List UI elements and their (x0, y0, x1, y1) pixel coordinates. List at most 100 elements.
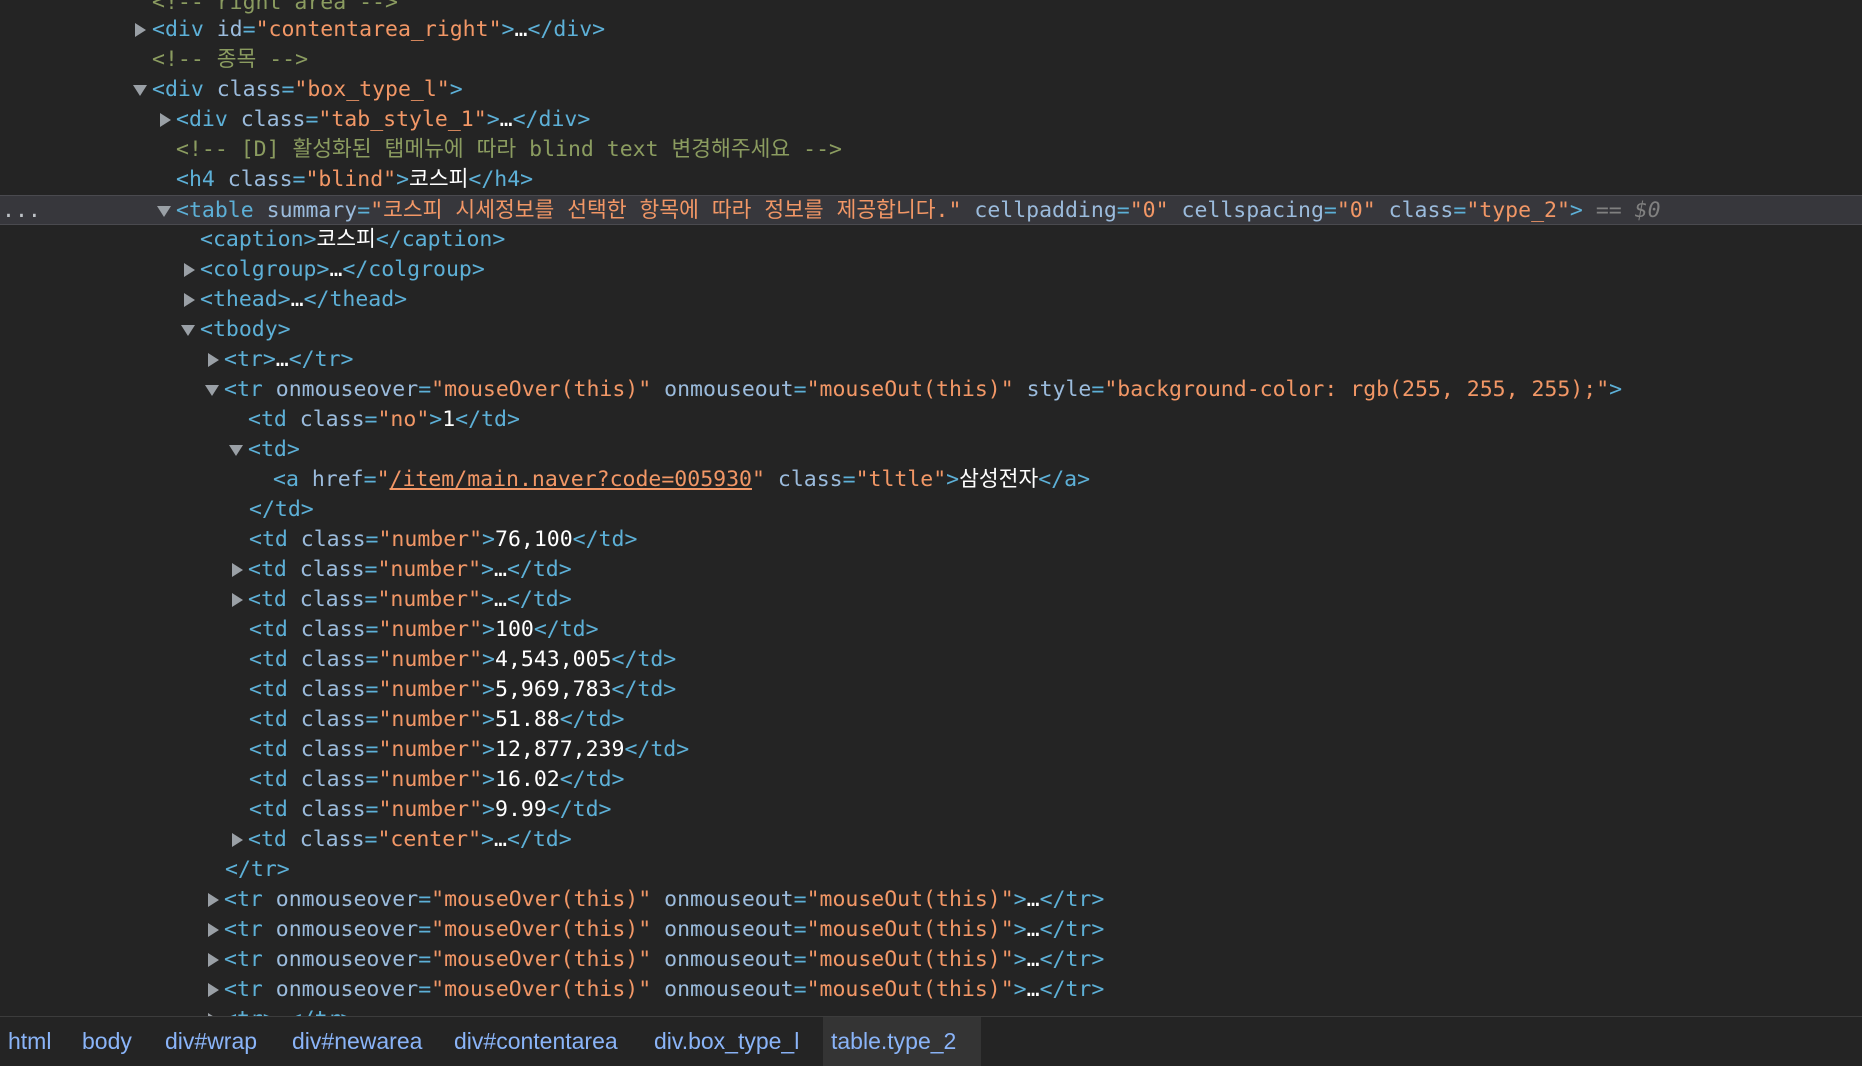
attr-name: onmouseout (664, 887, 794, 912)
tree-node-tr[interactable]: <tr>…</tr> (0, 345, 1862, 375)
attr-name: class (300, 617, 366, 642)
collapsed-ellipsis[interactable]: … (329, 257, 342, 282)
tag-close: > (482, 737, 495, 762)
tree-node-td[interactable]: <td class="number">12,877,239</td> (0, 735, 1862, 765)
tree-node-tr[interactable]: <tr onmouseover="mouseOver(this)" onmous… (0, 885, 1862, 915)
collapse-triangle-icon[interactable] (181, 325, 195, 336)
tree-node-caption[interactable]: <caption>코스피</caption> (0, 225, 1862, 255)
expand-triangle-icon[interactable] (184, 263, 195, 277)
breadcrumb-table-type-2[interactable]: table.type_2 (823, 1017, 981, 1066)
tree-node-colgroup[interactable]: <colgroup>…</colgroup> (0, 255, 1862, 285)
attr-name: onmouseout (664, 917, 794, 942)
tree-node-div-tab-style[interactable]: <div class="tab_style_1">…</div> (0, 105, 1862, 135)
expand-triangle-icon[interactable] (208, 893, 219, 907)
collapse-triangle-icon[interactable] (157, 206, 171, 217)
collapsed-ellipsis[interactable]: … (494, 587, 507, 612)
tag-close: > (481, 587, 494, 612)
expand-triangle-icon[interactable] (208, 923, 219, 937)
tag-name: <tr (224, 377, 263, 402)
tree-node-thead[interactable]: <thead>…</thead> (0, 285, 1862, 315)
collapsed-ellipsis[interactable]: … (494, 827, 507, 852)
end-tag: </colgroup> (342, 257, 485, 282)
attr-value: "number" (378, 737, 483, 762)
attr-value: "mouseOver(this)" (431, 947, 652, 972)
breadcrumb-html[interactable]: html (0, 1017, 59, 1066)
tag-name: <td (249, 617, 288, 642)
collapsed-ellipsis[interactable]: … (514, 17, 527, 42)
expand-triangle-icon[interactable] (208, 983, 219, 997)
end-tag: </h4> (468, 167, 534, 192)
tree-node-td[interactable]: <td class="center">…</td> (0, 825, 1862, 855)
expand-triangle-icon[interactable] (232, 833, 243, 847)
collapse-triangle-icon[interactable] (133, 85, 147, 96)
expand-triangle-icon[interactable] (232, 593, 243, 607)
collapsed-ellipsis[interactable]: … (500, 107, 513, 132)
tag-close: > (481, 827, 494, 852)
tree-node-tr[interactable]: <tr onmouseover="mouseOver(this)" onmous… (0, 915, 1862, 945)
attr-name: class (299, 827, 365, 852)
attr-name: class (300, 677, 366, 702)
attr-name: onmouseout (664, 377, 794, 402)
attr-name: style (1026, 377, 1092, 402)
collapsed-ellipsis[interactable]: … (1027, 947, 1040, 972)
tree-node-h4[interactable]: <h4 class="blind">코스피</h4> (0, 165, 1862, 195)
tree-node-comment[interactable]: <!-- [D] 활성화된 탭메뉴에 따라 blind text 변경해주세요 … (0, 135, 1862, 165)
tree-node-td[interactable]: <td class="number">76,100</td> (0, 525, 1862, 555)
tree-node-td[interactable]: <td class="number">5,969,783</td> (0, 675, 1862, 705)
tree-node-td[interactable]: <td class="number">4,543,005</td> (0, 645, 1862, 675)
end-tag: </td> (506, 587, 572, 612)
collapsed-ellipsis[interactable]: … (494, 557, 507, 582)
collapsed-ellipsis[interactable]: … (291, 287, 304, 312)
tree-node-td[interactable]: <td class="number">9.99</td> (0, 795, 1862, 825)
tree-node-table-selected[interactable]: ... <table summary="코스피 시세정보를 선택한 항목에 따라… (0, 195, 1862, 225)
attr-name: onmouseover (275, 977, 419, 1002)
collapse-triangle-icon[interactable] (229, 445, 243, 456)
tree-node-td-close[interactable]: </td> (0, 495, 1862, 525)
tree-node-tbody[interactable]: <tbody> (0, 315, 1862, 345)
tree-node-div-contentarea-right[interactable]: <div id="contentarea_right">…</div> (0, 15, 1862, 45)
tree-node-td[interactable]: <td class="number">…</td> (0, 555, 1862, 585)
expand-triangle-icon[interactable] (184, 293, 195, 307)
collapsed-ellipsis[interactable]: … (1027, 887, 1040, 912)
tree-node-anchor[interactable]: <a href="/item/main.naver?code=005930" c… (0, 465, 1862, 495)
tree-node-tr-expanded[interactable]: <tr onmouseover="mouseOver(this)" onmous… (0, 375, 1862, 405)
tree-node-td[interactable]: <td class="no">1</td> (0, 405, 1862, 435)
end-tag: </tr> (288, 347, 354, 372)
breadcrumb-div-wrap[interactable]: div#wrap (157, 1017, 265, 1066)
breadcrumb-div-contentarea[interactable]: div#contentarea (446, 1017, 626, 1066)
expand-triangle-icon[interactable] (160, 113, 171, 127)
attr-name: class (299, 407, 365, 432)
tree-node-td[interactable]: <td class="number">16.02</td> (0, 765, 1862, 795)
collapsed-ellipsis[interactable]: … (276, 347, 289, 372)
tree-node-tr-close[interactable]: </tr> (0, 855, 1862, 885)
expand-triangle-icon[interactable] (208, 353, 219, 367)
tag-name: <tr> (224, 347, 276, 372)
tree-node-td[interactable]: <td class="number">100</td> (0, 615, 1862, 645)
tree-node-tr[interactable]: <tr>…</tr> (0, 1005, 1862, 1016)
expand-triangle-icon[interactable] (208, 953, 219, 967)
row-ellipsis-button[interactable]: ... (2, 196, 41, 226)
tree-node-td[interactable]: <td class="number">51.88</td> (0, 705, 1862, 735)
comment-text: <!-- 종목 --> (152, 47, 309, 72)
collapse-triangle-icon[interactable] (205, 385, 219, 396)
attr-value: "number" (378, 527, 483, 552)
tree-node-td[interactable]: <td class="number">…</td> (0, 585, 1862, 615)
expand-triangle-icon[interactable] (232, 563, 243, 577)
tree-node-td-expanded[interactable]: <td> (0, 435, 1862, 465)
collapsed-ellipsis[interactable]: … (276, 1007, 289, 1016)
tag-close: > (482, 617, 495, 642)
expand-triangle-icon[interactable] (135, 23, 146, 37)
breadcrumb-div-newarea[interactable]: div#newarea (284, 1017, 430, 1066)
collapsed-ellipsis[interactable]: … (1027, 977, 1040, 1002)
tree-node-div-box-type-l[interactable]: <div class="box_type_l"> (0, 75, 1862, 105)
tree-node-tr[interactable]: <tr onmouseover="mouseOver(this)" onmous… (0, 975, 1862, 1005)
collapsed-ellipsis[interactable]: … (1027, 917, 1040, 942)
tree-node-comment[interactable]: <!-- 종목 --> (0, 45, 1862, 75)
attr-value: "mouseOut(this)" (806, 947, 1014, 972)
breadcrumb-body[interactable]: body (74, 1017, 140, 1066)
tag-close: > (1013, 977, 1027, 1002)
tree-node-tr[interactable]: <tr onmouseover="mouseOver(this)" onmous… (0, 945, 1862, 975)
href-link[interactable]: /item/main.naver?code=005930 (390, 467, 752, 492)
breadcrumb-div-box-type-l[interactable]: div.box_type_l (646, 1017, 807, 1066)
attr-value: "contentarea_right" (255, 17, 502, 42)
